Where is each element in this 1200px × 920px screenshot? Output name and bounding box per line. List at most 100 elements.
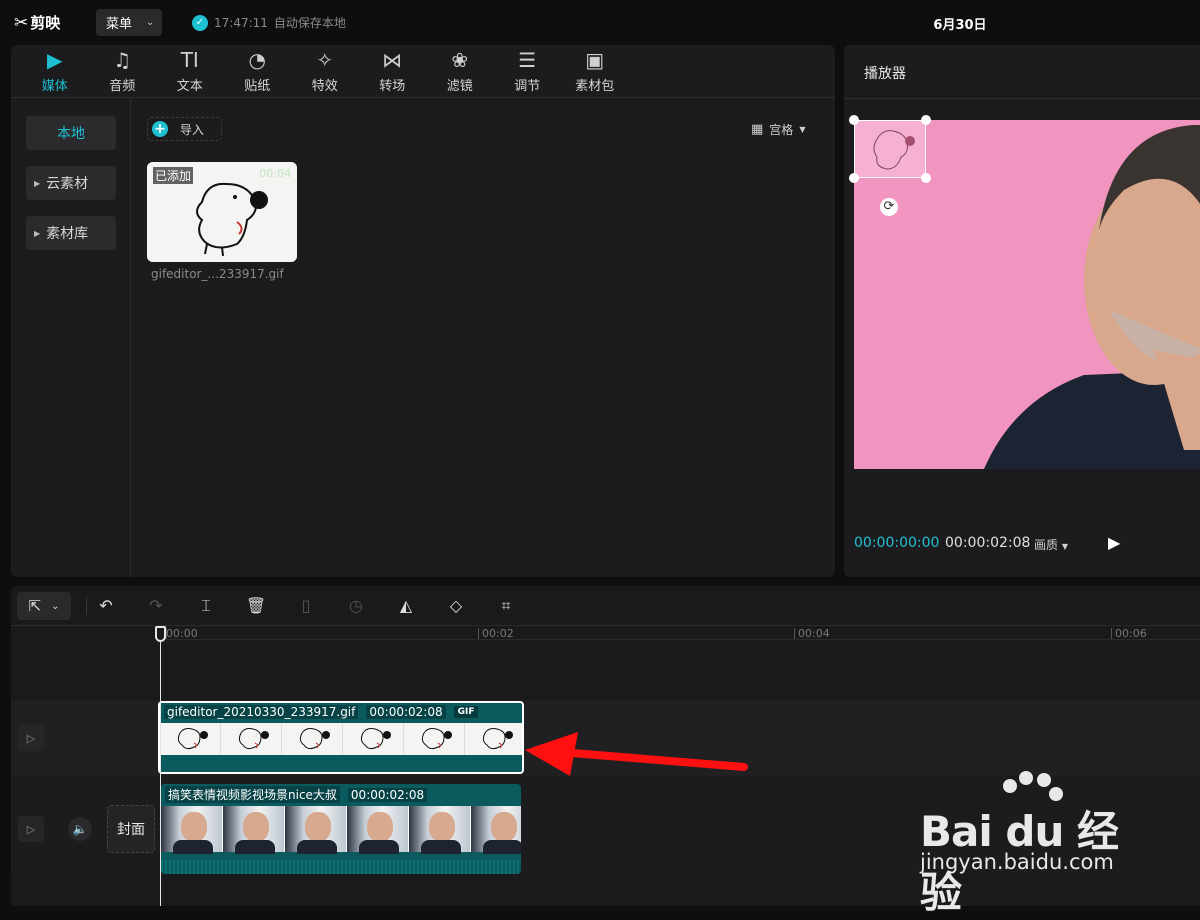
resize-handle[interactable] xyxy=(921,173,931,183)
split-icon[interactable]: ⌶ xyxy=(194,594,218,618)
audio-waveform xyxy=(161,860,521,874)
tab-label: 音频 xyxy=(109,79,136,94)
timeline-toolbar: ⇱ ⌄ ↶ ↷ ⌶ 🗑 ▯ ◷ ◭ ◇ ⌗ xyxy=(11,586,1200,626)
tab-adjust[interactable]: ☰ 调节 xyxy=(494,45,562,98)
side-nav-cloud[interactable]: ▶ 云素材 xyxy=(26,166,116,200)
package-icon: ▣ xyxy=(585,48,605,72)
delete-icon[interactable]: 🗑 xyxy=(244,594,268,618)
track-video-icon[interactable]: ▷ xyxy=(18,816,44,842)
quality-dropdown[interactable]: 画质 ▼ xyxy=(1034,536,1068,553)
capcut-logo-icon: ✂ xyxy=(14,12,28,33)
asset-name: gifeditor_...233917.gif xyxy=(151,267,284,281)
media-asset-thumbnail[interactable]: 已添加 00:04 xyxy=(147,162,297,262)
freeze-frame-icon[interactable]: ▯ xyxy=(294,594,318,618)
tab-label: 滤镜 xyxy=(446,79,473,94)
sticker-icon: ◔ xyxy=(248,48,266,72)
gif-tag: GIF xyxy=(453,706,479,718)
rotate-icon[interactable]: ⟳ xyxy=(880,198,898,216)
save-status: ✓ 17:47:11 自动保存本地 xyxy=(192,14,346,31)
undo-icon[interactable]: ↶ xyxy=(94,594,118,618)
crop-icon[interactable]: ⌗ xyxy=(494,594,518,618)
rotate-clip-icon[interactable]: ◇ xyxy=(444,594,468,618)
playhead-handle[interactable] xyxy=(155,626,166,642)
media-icon: ▶ xyxy=(47,48,63,72)
tab-effects[interactable]: ✧ 特效 xyxy=(291,45,359,98)
play-button[interactable]: ▶ xyxy=(1108,533,1120,552)
menu-button[interactable]: 菜单 ⌄ xyxy=(96,9,162,36)
clip-frame xyxy=(221,723,282,755)
clip-frame xyxy=(285,806,347,854)
tab-label: 转场 xyxy=(379,79,406,94)
triangle-right-icon: ▶ xyxy=(34,228,41,238)
playhead[interactable] xyxy=(160,626,161,906)
app-name: 剪映 xyxy=(30,14,61,32)
filter-icon: ❀ xyxy=(451,48,469,72)
app-logo: ✂ 剪映 xyxy=(14,12,60,33)
resize-handle[interactable] xyxy=(921,115,931,125)
side-nav-label: 素材库 xyxy=(46,226,89,242)
tool-tabs: ▶ 媒体 ♫ 音频 TI 文本 ◔ 贴纸 ✧ 特效 ⋈ 转场 ❀ 滤镜 ☰ 调节 ▣ 素材包 xyxy=(11,45,835,98)
top-bar: ✂ 剪映 菜单 ⌄ ✓ 17:47:11 自动保存本地 6月30日 xyxy=(0,0,1200,44)
mirror-icon[interactable]: ◭ xyxy=(394,594,418,618)
caret-down-icon: ▼ xyxy=(1061,542,1068,551)
clip-frame xyxy=(160,723,221,755)
side-nav: 本地 ▶ 云素材 ▶ 素材库 xyxy=(11,99,131,577)
reverse-icon[interactable]: ◷ xyxy=(344,594,368,618)
track-video-icon[interactable]: ▷ xyxy=(18,725,44,751)
plus-icon: + xyxy=(152,121,168,137)
clip-frame xyxy=(282,723,343,755)
player-title: 播放器 xyxy=(864,66,906,82)
current-time: 00:00:00:00 xyxy=(854,535,940,551)
tab-label: 特效 xyxy=(311,79,338,94)
tab-transition[interactable]: ⋈ 转场 xyxy=(359,45,427,98)
tab-label: 文本 xyxy=(176,79,203,94)
clip-frames xyxy=(160,723,522,755)
cover-button[interactable]: 封面 xyxy=(107,805,155,853)
view-label: 宫格 xyxy=(769,123,794,137)
timeline-clip-video[interactable]: 搞笑表情视频影视场景nice大叔 00:00:02:08 xyxy=(161,784,521,874)
redo-icon[interactable]: ↷ xyxy=(144,594,168,618)
tab-media[interactable]: ▶ 媒体 xyxy=(21,45,89,98)
speaker-icon[interactable]: 🔈 xyxy=(68,817,92,841)
resize-handle[interactable] xyxy=(849,173,859,183)
tab-filter[interactable]: ❀ 滤镜 xyxy=(426,45,494,98)
menu-label: 菜单 xyxy=(106,17,133,32)
import-label: 导入 xyxy=(180,122,205,137)
tab-sticker[interactable]: ◔ 贴纸 xyxy=(224,45,292,98)
import-button[interactable]: + 导入 xyxy=(147,117,222,141)
clip-frame xyxy=(347,806,409,854)
tab-text[interactable]: TI 文本 xyxy=(156,45,224,98)
adjust-icon: ☰ xyxy=(518,48,537,72)
tab-label: 调节 xyxy=(514,79,541,94)
chevron-down-icon: ⌄ xyxy=(146,17,155,28)
select-tool-button[interactable]: ⇱ ⌄ xyxy=(17,592,71,620)
side-nav-label: 云素材 xyxy=(46,176,89,192)
dog-sticker-image xyxy=(873,130,915,170)
resize-handle[interactable] xyxy=(849,115,859,125)
caret-down-icon: ▼ xyxy=(799,125,806,134)
player-panel: 播放器 ⟳ 00:00:00:00 00:00:02:08 画质 ▼ ▶ xyxy=(844,45,1200,577)
clip-name: 搞笑表情视频影视场景nice大叔 xyxy=(165,786,340,803)
watermark-url: jingyan.baidu.com xyxy=(920,850,1114,874)
audio-icon: ♫ xyxy=(113,48,132,72)
save-time: 17:47:11 xyxy=(214,15,268,30)
tab-label: 素材包 xyxy=(575,79,615,94)
tab-package[interactable]: ▣ 素材包 xyxy=(561,45,629,98)
tab-label: 媒体 xyxy=(41,79,68,94)
side-nav-label: 本地 xyxy=(57,126,85,142)
divider xyxy=(844,98,1200,99)
baidu-jingyan-watermark: Bai du 经验 jingyan.baidu.com xyxy=(918,770,1158,917)
clip-frame xyxy=(343,723,404,755)
timeline-clip-gif[interactable]: gifeditor_20210330_233917.gif 00:00:02:0… xyxy=(158,701,524,774)
tab-audio[interactable]: ♫ 音频 xyxy=(89,45,157,98)
clip-frame xyxy=(223,806,285,854)
view-toggle[interactable]: ▦ 宫格 ▼ xyxy=(751,121,805,138)
clip-duration: 00:00:02:08 xyxy=(366,705,446,719)
project-name[interactable]: 6月30日 xyxy=(880,14,1040,33)
clip-frame xyxy=(404,723,465,755)
side-nav-local[interactable]: 本地 xyxy=(26,116,116,150)
clip-header: 搞笑表情视频影视场景nice大叔 00:00:02:08 xyxy=(165,786,428,803)
total-time: 00:00:02:08 xyxy=(945,535,1031,551)
selection-box[interactable] xyxy=(849,115,931,183)
side-nav-library[interactable]: ▶ 素材库 xyxy=(26,216,116,250)
